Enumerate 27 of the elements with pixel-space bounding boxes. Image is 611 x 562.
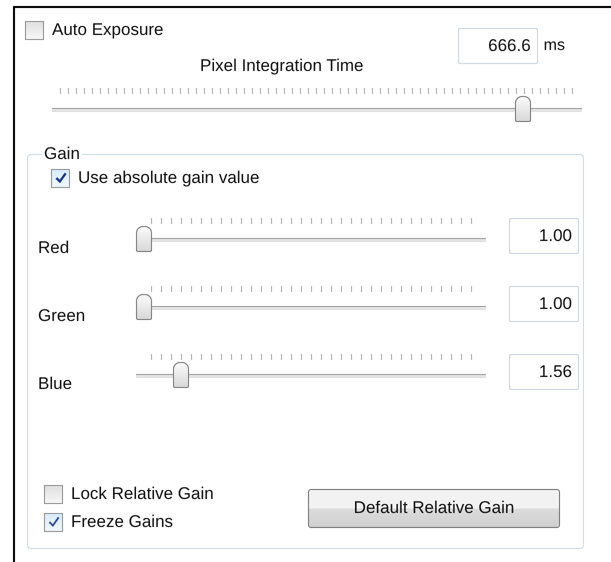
checkbox-icon[interactable] — [44, 512, 63, 532]
gain-input-field[interactable]: 1.00 — [509, 218, 579, 254]
default-gain-button[interactable]: Default Relative Gain — [308, 488, 560, 528]
channel-label: Blue — [38, 374, 74, 394]
slider-thumb[interactable] — [514, 96, 531, 122]
channel-label: Red — [38, 238, 70, 258]
option-checkbox[interactable]: Freeze Gains — [44, 510, 308, 534]
option-checkbox[interactable]: Lock Relative Gain — [44, 482, 308, 506]
slider-thumb[interactable] — [136, 294, 152, 320]
slider-thumb[interactable] — [136, 226, 152, 252]
gain-input-field[interactable]: 1.56 — [509, 354, 579, 390]
channel-label: Green — [38, 306, 86, 326]
checkbox-icon[interactable] — [44, 484, 63, 504]
checkbox-label: Freeze Gains — [71, 512, 174, 532]
checkbox-label: Auto Exposure — [52, 20, 164, 40]
absolute-gain-checkbox[interactable]: Use absolute gain value — [51, 166, 583, 190]
slider-title: Pixel Integration Time — [200, 56, 364, 76]
auto-exposure-checkbox[interactable]: Auto Exposure — [25, 18, 164, 42]
checkbox-label: Use absolute gain value — [78, 168, 260, 188]
gain-input-field[interactable]: 1.00 — [509, 286, 579, 322]
checkbox-label: Lock Relative Gain — [71, 484, 214, 504]
time-input-field[interactable]: 666.6 — [458, 28, 538, 64]
checkbox-icon[interactable] — [25, 20, 44, 40]
unit-label: ms — [544, 37, 565, 55]
checkbox-icon[interactable] — [51, 168, 70, 188]
slider-thumb[interactable] — [172, 362, 189, 388]
group-title: Gain — [43, 144, 81, 164]
